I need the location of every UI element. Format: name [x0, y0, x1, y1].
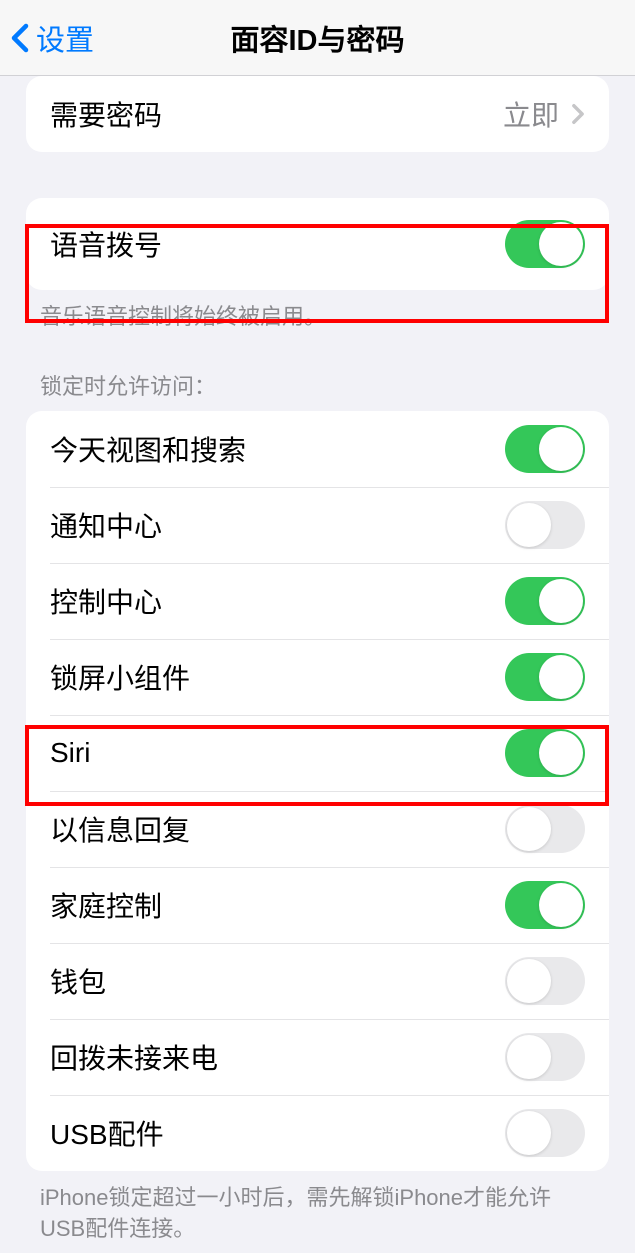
- usb-accessories-row: USB配件: [26, 1095, 609, 1171]
- require-passcode-value: 立即: [503, 94, 559, 134]
- lock-widgets-label: 锁屏小组件: [50, 657, 190, 697]
- return-calls-toggle[interactable]: [505, 1033, 585, 1081]
- control-center-toggle[interactable]: [505, 577, 585, 625]
- home-control-toggle[interactable]: [505, 881, 585, 929]
- usb-accessories-toggle[interactable]: [505, 1109, 585, 1157]
- today-view-label: 今天视图和搜索: [50, 429, 246, 469]
- reply-message-label: 以信息回复: [50, 809, 190, 849]
- wallet-label: 钱包: [50, 961, 106, 1001]
- today-view-toggle[interactable]: [505, 425, 585, 473]
- voice-dial-row: 语音拨号: [26, 198, 609, 290]
- usb-accessories-label: USB配件: [50, 1113, 164, 1153]
- siri-row: Siri: [26, 715, 609, 791]
- home-control-label: 家庭控制: [50, 885, 162, 925]
- voice-dial-footer: 音乐语音控制将始终被启用。: [0, 290, 635, 333]
- require-passcode-value-wrap: 立即: [503, 94, 585, 134]
- chevron-right-icon: [571, 103, 585, 125]
- reply-message-row: 以信息回复: [26, 791, 609, 867]
- home-control-row: 家庭控制: [26, 867, 609, 943]
- siri-label: Siri: [50, 737, 90, 769]
- notification-center-toggle[interactable]: [505, 501, 585, 549]
- navigation-bar: 设置 面容ID与密码: [0, 0, 635, 76]
- voice-dial-group: 语音拨号: [26, 198, 609, 290]
- return-calls-label: 回拨未接来电: [50, 1037, 218, 1077]
- control-center-row: 控制中心: [26, 563, 609, 639]
- chevron-left-icon: [10, 23, 30, 53]
- voice-dial-label: 语音拨号: [50, 224, 162, 264]
- voice-dial-toggle[interactable]: [505, 220, 585, 268]
- usb-footer: iPhone锁定超过一小时后，需先解锁iPhone才能允许USB配件连接。: [0, 1171, 635, 1245]
- notification-center-label: 通知中心: [50, 505, 162, 545]
- require-passcode-label: 需要密码: [50, 94, 162, 134]
- lock-access-group: 今天视图和搜索 通知中心 控制中心 锁屏小组件 Siri 以信息回复 家庭控制: [26, 411, 609, 1171]
- control-center-label: 控制中心: [50, 581, 162, 621]
- require-passcode-group: 需要密码 立即: [26, 76, 609, 152]
- require-passcode-row[interactable]: 需要密码 立即: [26, 76, 609, 152]
- lock-widgets-row: 锁屏小组件: [26, 639, 609, 715]
- lock-access-header: 锁定时允许访问：: [0, 333, 635, 411]
- return-calls-row: 回拨未接来电: [26, 1019, 609, 1095]
- lock-widgets-toggle[interactable]: [505, 653, 585, 701]
- today-view-row: 今天视图和搜索: [26, 411, 609, 487]
- back-label: 设置: [36, 17, 94, 59]
- wallet-row: 钱包: [26, 943, 609, 1019]
- back-button[interactable]: 设置: [0, 17, 94, 59]
- notification-center-row: 通知中心: [26, 487, 609, 563]
- siri-toggle[interactable]: [505, 729, 585, 777]
- page-title: 面容ID与密码: [230, 17, 404, 59]
- wallet-toggle[interactable]: [505, 957, 585, 1005]
- reply-message-toggle[interactable]: [505, 805, 585, 853]
